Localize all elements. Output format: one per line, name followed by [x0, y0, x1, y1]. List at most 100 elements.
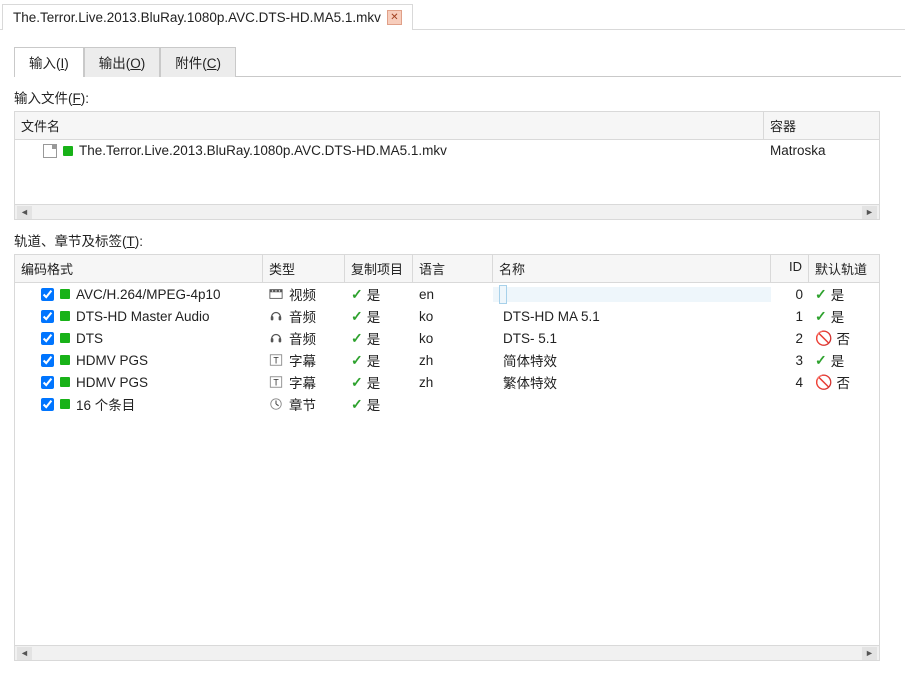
h-scrollbar[interactable]: ◄ ►	[15, 204, 879, 219]
track-name: DTS-HD MA 5.1	[499, 307, 604, 326]
tracks-header: 编码格式 类型 复制项目 语言 名称 ID 默认轨道	[15, 255, 879, 283]
checkmark-icon: ✓	[815, 286, 827, 303]
checkmark-icon: ✓	[351, 396, 363, 413]
track-row[interactable]: HDMV PGST字幕✓是zh简体特效3✓是	[15, 349, 879, 371]
tab-attachments[interactable]: 附件(C)	[160, 47, 236, 77]
checkmark-icon: ✓	[351, 286, 363, 303]
track-enable-checkbox[interactable]	[41, 288, 54, 301]
scroll-left-icon[interactable]: ◄	[17, 647, 32, 660]
checkmark-icon: ✓	[351, 330, 363, 347]
track-name: 简体特效	[499, 352, 561, 371]
copy-value: 是	[367, 394, 381, 414]
track-name: DTS- 5.1	[499, 329, 561, 348]
status-indicator-icon	[60, 311, 70, 321]
input-files-grid: 文件名 容器 The.Terror.Live.2013.BluRay.1080p…	[14, 111, 880, 220]
track-language: zh	[413, 375, 493, 390]
copy-value: 是	[367, 328, 381, 348]
track-id: 2	[771, 331, 809, 346]
status-indicator-icon	[60, 289, 70, 299]
track-name	[499, 285, 507, 304]
track-format: HDMV PGS	[76, 353, 148, 368]
h-scrollbar[interactable]: ◄ ►	[15, 645, 879, 660]
svg-text:T: T	[273, 378, 279, 388]
col-default[interactable]: 默认轨道	[809, 255, 881, 282]
track-type: 音频	[289, 328, 316, 348]
track-language: en	[413, 287, 493, 302]
track-type: 音频	[289, 306, 316, 326]
track-type: 章节	[289, 394, 316, 414]
input-files-label: 输入文件(F):	[14, 87, 901, 107]
default-value: 是	[831, 306, 845, 326]
status-indicator-icon	[63, 146, 73, 156]
track-row[interactable]: DTS音频✓是koDTS- 5.12🚫否	[15, 327, 879, 349]
audio-icon	[269, 331, 283, 345]
file-row[interactable]: The.Terror.Live.2013.BluRay.1080p.AVC.DT…	[15, 140, 879, 161]
tracks-grid: 编码格式 类型 复制项目 语言 名称 ID 默认轨道 AVC/H.264/MPE…	[14, 254, 880, 661]
checkmark-icon: ✓	[815, 352, 827, 369]
track-format: 16 个条目	[76, 394, 135, 414]
track-name: 繁体特效	[499, 374, 561, 393]
col-copy[interactable]: 复制项目	[345, 255, 413, 282]
track-format: AVC/H.264/MPEG-4p10	[76, 287, 221, 302]
status-indicator-icon	[60, 377, 70, 387]
file-name: The.Terror.Live.2013.BluRay.1080p.AVC.DT…	[79, 143, 447, 158]
track-language: ko	[413, 309, 493, 324]
document-tab-label: The.Terror.Live.2013.BluRay.1080p.AVC.DT…	[13, 10, 381, 25]
chapter-icon	[269, 397, 283, 411]
track-id: 4	[771, 375, 809, 390]
track-enable-checkbox[interactable]	[41, 310, 54, 323]
col-format[interactable]: 编码格式	[15, 255, 263, 282]
col-name[interactable]: 名称	[493, 255, 771, 282]
col-container[interactable]: 容器	[764, 112, 879, 139]
scroll-left-icon[interactable]: ◄	[17, 206, 32, 219]
track-enable-checkbox[interactable]	[41, 354, 54, 367]
track-enable-checkbox[interactable]	[41, 376, 54, 389]
track-row[interactable]: AVC/H.264/MPEG-4p10视频✓是en0✓是	[15, 283, 879, 305]
tracks-label: 轨道、章节及标签(T):	[14, 230, 901, 250]
scroll-right-icon[interactable]: ►	[862, 206, 877, 219]
scroll-right-icon[interactable]: ►	[862, 647, 877, 660]
default-value: 是	[831, 284, 845, 304]
track-name	[499, 395, 507, 414]
track-row[interactable]: 16 个条目 章节 ✓是	[15, 393, 879, 415]
track-format: DTS-HD Master Audio	[76, 309, 210, 324]
col-type[interactable]: 类型	[263, 255, 345, 282]
copy-value: 是	[367, 284, 381, 304]
status-indicator-icon	[60, 399, 70, 409]
file-container: Matroska	[764, 140, 879, 161]
track-type: 字幕	[289, 350, 316, 370]
input-files-header: 文件名 容器	[15, 112, 879, 140]
track-row[interactable]: DTS-HD Master Audio音频✓是koDTS-HD MA 5.11✓…	[15, 305, 879, 327]
default-value: 否	[836, 328, 850, 348]
prohibited-icon: 🚫	[815, 374, 832, 391]
track-format: DTS	[76, 331, 103, 346]
input-files-body[interactable]: The.Terror.Live.2013.BluRay.1080p.AVC.DT…	[15, 140, 879, 204]
track-enable-checkbox[interactable]	[41, 332, 54, 345]
document-tab[interactable]: The.Terror.Live.2013.BluRay.1080p.AVC.DT…	[2, 4, 413, 30]
audio-icon	[269, 309, 283, 323]
status-indicator-icon	[60, 355, 70, 365]
track-id: 0	[771, 287, 809, 302]
col-filename[interactable]: 文件名	[15, 112, 764, 139]
checkmark-icon: ✓	[815, 308, 827, 325]
copy-value: 是	[367, 350, 381, 370]
track-format: HDMV PGS	[76, 375, 148, 390]
track-id: 3	[771, 353, 809, 368]
tab-input[interactable]: 输入(I)	[14, 47, 84, 77]
col-language[interactable]: 语言	[413, 255, 493, 282]
track-row[interactable]: HDMV PGST字幕✓是zh繁体特效4🚫否	[15, 371, 879, 393]
subtitle-icon: T	[269, 353, 283, 367]
checkmark-icon: ✓	[351, 352, 363, 369]
copy-value: 是	[367, 306, 381, 326]
track-type: 字幕	[289, 372, 316, 392]
close-icon[interactable]: ✕	[387, 10, 402, 25]
video-icon	[269, 287, 283, 301]
subtitle-icon: T	[269, 375, 283, 389]
track-enable-checkbox[interactable]	[41, 398, 54, 411]
default-value: 是	[831, 350, 845, 370]
col-id[interactable]: ID	[771, 255, 809, 282]
default-value: 否	[836, 372, 850, 392]
track-language: ko	[413, 331, 493, 346]
tracks-body[interactable]: AVC/H.264/MPEG-4p10视频✓是en0✓是DTS-HD Maste…	[15, 283, 879, 645]
tab-output[interactable]: 输出(O)	[84, 47, 161, 77]
